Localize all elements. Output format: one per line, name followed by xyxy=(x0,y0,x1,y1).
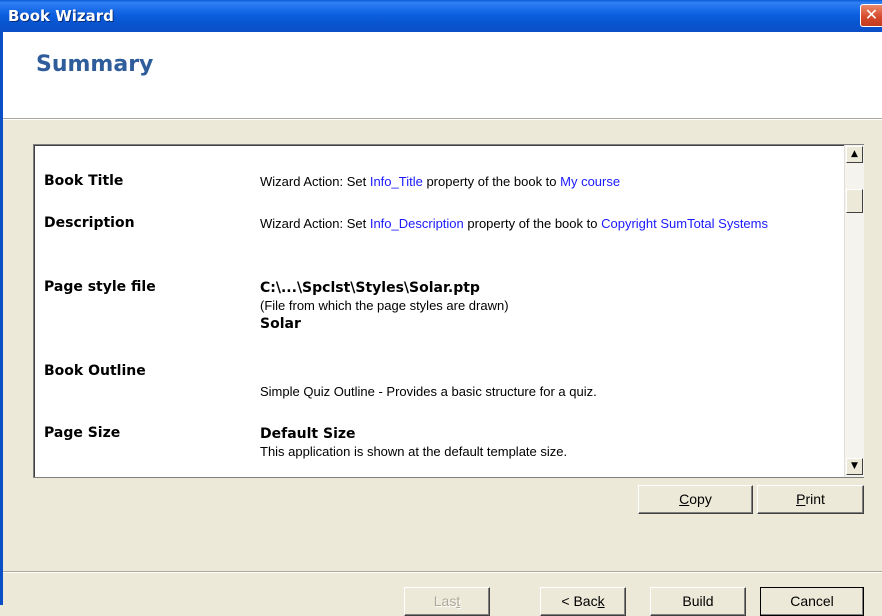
build-button[interactable]: Build xyxy=(650,587,746,616)
row-detail: Wizard Action: Set Info_Description prop… xyxy=(260,215,830,233)
header-separator xyxy=(3,119,882,120)
style-note: (File from which the page styles are dra… xyxy=(260,298,509,313)
property-link[interactable]: Info_Description xyxy=(370,216,464,231)
detail-text: property of the book to xyxy=(422,174,561,189)
btn-text: Cancel xyxy=(790,593,834,609)
row-detail: Wizard Action: Set Info_Title property o… xyxy=(260,173,830,191)
page-title: Summary xyxy=(36,52,154,77)
size-text: This application is shown at the default… xyxy=(260,444,568,459)
close-button[interactable]: ✕ xyxy=(860,4,882,27)
row-label: Book Title xyxy=(44,173,124,189)
btn-accel: C xyxy=(679,491,690,507)
detail-text: property of the book to xyxy=(463,216,602,231)
style-name: Solar xyxy=(260,316,301,332)
wizard-header: Summary xyxy=(3,32,882,119)
footer-separator-highlight xyxy=(3,572,882,573)
cancel-button[interactable]: Cancel xyxy=(760,587,864,616)
summary-list[interactable]: Book Title Wizard Action: Set Info_Title… xyxy=(33,144,864,478)
title-bar[interactable]: Book Wizard ✕ xyxy=(0,0,882,32)
last-button[interactable]: Last xyxy=(404,587,490,616)
print-button[interactable]: Print xyxy=(757,485,864,514)
btn-text: Build xyxy=(682,593,714,609)
detail-text: Wizard Action: Set xyxy=(260,174,370,189)
row-label: Page style file xyxy=(44,279,156,295)
detail-text: Wizard Action: Set xyxy=(260,216,370,231)
scroll-down-button[interactable]: ▼ xyxy=(846,458,863,475)
btn-text: < Bac xyxy=(561,593,598,609)
row-label: Book Outline xyxy=(44,363,146,379)
vertical-scrollbar[interactable]: ▲ ▼ xyxy=(844,145,864,477)
btn-text: rint xyxy=(805,491,825,507)
back-button[interactable]: < Back xyxy=(540,587,626,616)
row-detail: Simple Quiz Outline - Provides a basic s… xyxy=(260,384,597,399)
row-detail: Default Size This application is shown a… xyxy=(260,425,830,461)
btn-text: opy xyxy=(689,491,712,507)
copy-button[interactable]: Copy xyxy=(638,485,753,514)
row-label: Page Size xyxy=(44,425,121,441)
scroll-thumb[interactable] xyxy=(846,189,863,213)
scroll-up-button[interactable]: ▲ xyxy=(846,146,863,163)
size-name: Default Size xyxy=(260,426,356,442)
arrow-up-icon: ▲ xyxy=(851,149,858,159)
style-path: C:\...\Spclst\Styles\Solar.ptp xyxy=(260,280,480,296)
btn-text: Las xyxy=(433,593,457,609)
btn-accel: k xyxy=(597,593,605,609)
close-icon: ✕ xyxy=(864,5,879,24)
window-title: Book Wizard xyxy=(8,7,114,25)
property-link[interactable]: Info_Title xyxy=(370,174,423,189)
row-label: Description xyxy=(44,215,135,231)
btn-accel: t xyxy=(456,593,461,609)
value-link[interactable]: Copyright SumTotal Systems xyxy=(601,216,768,231)
row-detail: C:\...\Spclst\Styles\Solar.ptp (File fro… xyxy=(260,279,830,333)
value-link[interactable]: My course xyxy=(560,174,620,189)
arrow-down-icon: ▼ xyxy=(851,461,858,471)
